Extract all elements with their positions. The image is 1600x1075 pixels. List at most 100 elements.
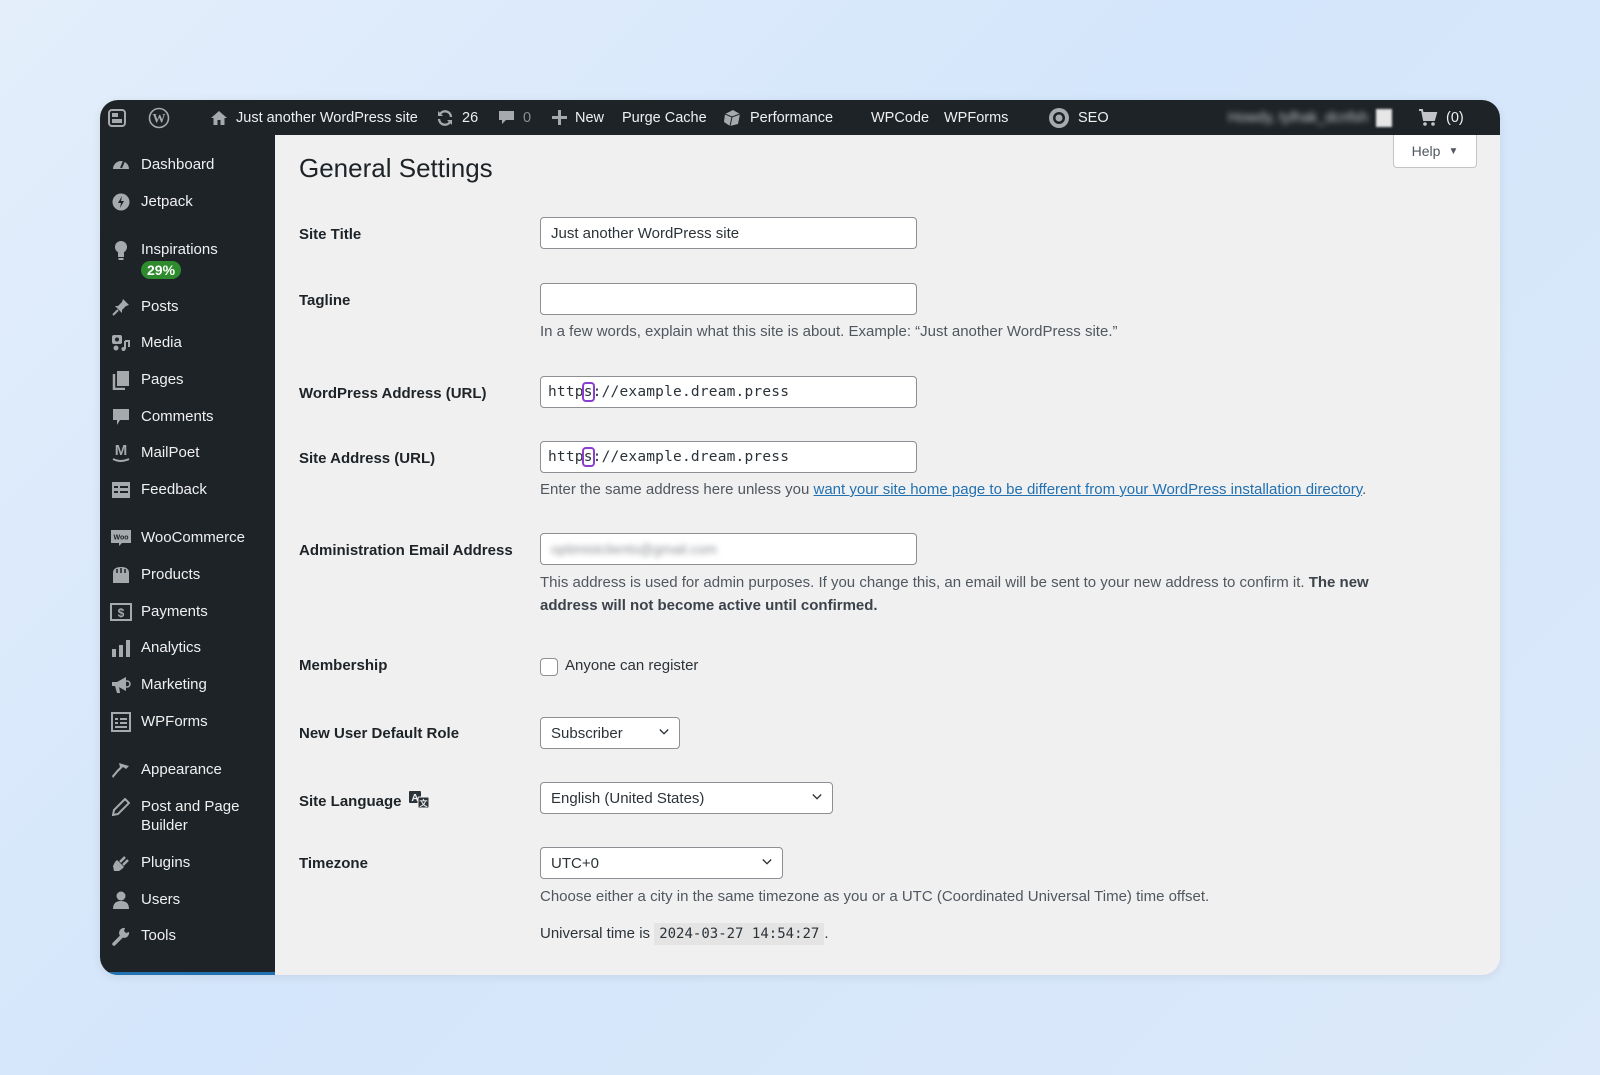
comments-link[interactable]: 0 — [498, 100, 531, 135]
dashboard-icon — [110, 154, 132, 176]
sidebar-item-post-and-page-builder[interactable]: Post and Page Builder — [100, 796, 275, 835]
site-title-label: Site Title — [299, 226, 362, 243]
wp-logo-menu[interactable]: W — [148, 100, 170, 135]
seo-link[interactable]: SEO — [1048, 100, 1109, 135]
cart-link[interactable]: (0) — [1418, 100, 1464, 135]
performance-link[interactable]: Performance — [722, 100, 833, 135]
help-button[interactable]: Help ▼ — [1393, 135, 1477, 168]
site-name: Just another WordPress site — [236, 109, 418, 126]
feedback-icon — [110, 479, 132, 501]
pencil-icon — [110, 796, 132, 818]
site-address-help-link[interactable]: want your site home page to be different… — [814, 481, 1363, 498]
highlight-marker: s — [581, 382, 595, 402]
sidebar-item-media[interactable]: Media — [100, 332, 275, 354]
translation-icon: A文 — [408, 790, 430, 812]
cart-count: (0) — [1446, 109, 1464, 126]
wpcode-link[interactable]: WPCode — [871, 100, 929, 135]
avatar — [1375, 108, 1392, 127]
purge-cache-link[interactable]: Purge Cache — [622, 100, 707, 135]
pin-icon — [110, 296, 132, 318]
highlight-marker: s — [581, 447, 595, 467]
site-title-input[interactable]: Just another WordPress site — [540, 217, 917, 249]
sidebar-item-wpforms[interactable]: WPForms — [100, 711, 275, 733]
anyone-can-register-checkbox[interactable] — [540, 658, 558, 676]
purge-cache-label: Purge Cache — [622, 109, 707, 126]
default-role-label: New User Default Role — [299, 725, 460, 742]
sidebar-item-dashboard[interactable]: Dashboard — [100, 154, 275, 176]
sidebar-item-jetpack[interactable]: Jetpack — [100, 191, 275, 213]
settings-content: Help ▼ General Settings Site Title Just … — [275, 135, 1500, 975]
plus-icon — [552, 110, 567, 125]
universal-time: Universal time is 2024-03-27 14:54:27. — [540, 922, 829, 946]
default-role-select[interactable]: Subscriber — [540, 717, 680, 749]
sidebar-item-woocommerce[interactable]: Woo WooCommerce — [100, 527, 275, 549]
timezone-select[interactable]: UTC+0 — [540, 847, 783, 879]
caret-down-icon: ▼ — [1448, 145, 1459, 157]
svg-text:文: 文 — [419, 798, 428, 808]
progress-badge: 29% — [141, 261, 182, 279]
updates-icon — [436, 109, 454, 127]
jetpack-icon — [110, 191, 132, 213]
sidebar-item-posts[interactable]: Posts — [100, 296, 275, 318]
wrench-icon — [110, 925, 132, 947]
comment-icon — [110, 406, 132, 428]
admin-email-input[interactable]: optimistclients@gmail.com — [540, 533, 917, 565]
updates-link[interactable]: 26 — [436, 100, 478, 135]
admin-email-label: Administration Email Address — [299, 542, 513, 559]
wp-address-input[interactable]: http s://example.dream.press — [540, 376, 917, 408]
chevron-down-icon — [762, 858, 772, 868]
megaphone-icon — [110, 674, 132, 696]
forms-icon — [110, 711, 132, 733]
inspirations-label: Inspirations — [141, 241, 218, 258]
lightbulb-icon — [110, 239, 132, 261]
tagline-description: In a few words, explain what this site i… — [540, 323, 1118, 340]
wpforms-link[interactable]: WPForms — [944, 100, 1008, 135]
comments-count: 0 — [523, 109, 532, 126]
performance-label: Performance — [750, 109, 834, 126]
pages-icon — [110, 369, 132, 391]
site-address-description: Enter the same address here unless you w… — [540, 481, 1367, 498]
sidebar-toggle[interactable] — [108, 100, 126, 135]
sidebar-item-payments[interactable]: $ Payments — [100, 601, 275, 623]
wpforms-label: WPForms — [944, 109, 1009, 126]
sidebar-item-users[interactable]: Users — [100, 889, 275, 911]
anyone-can-register-label[interactable]: Anyone can register — [565, 654, 698, 677]
sidebar-item-appearance[interactable]: Appearance — [100, 759, 275, 781]
wordpress-logo-icon: W — [148, 107, 170, 129]
sidebar-item-mailpoet[interactable]: M MailPoet — [100, 442, 275, 464]
sidebar-item-plugins[interactable]: Plugins — [100, 852, 275, 874]
bar-chart-icon — [110, 637, 132, 659]
sidebar-item-products[interactable]: Products — [100, 564, 275, 586]
sidebar-item-marketing[interactable]: Marketing — [100, 674, 275, 696]
site-address-input[interactable]: http s://example.dream.press — [540, 441, 917, 473]
howdy-username: Howdy, tylhak_dcnfsh — [1228, 109, 1368, 126]
site-language-select[interactable]: English (United States) — [540, 782, 833, 814]
sidebar-item-feedback[interactable]: Feedback — [100, 479, 275, 501]
svg-text:$: $ — [118, 606, 125, 620]
panel-toggle-icon — [108, 108, 126, 127]
seo-label: SEO — [1078, 109, 1109, 126]
plug-icon — [110, 852, 132, 874]
sidebar-item-tools[interactable]: Tools — [100, 925, 275, 947]
my-account-link[interactable]: Howdy, tylhak_dcnfsh — [1228, 100, 1392, 135]
performance-box-icon — [722, 108, 742, 128]
sidebar-item-analytics[interactable]: Analytics — [100, 637, 275, 659]
svg-text:M: M — [115, 442, 128, 459]
sidebar-active-indicator — [100, 972, 275, 975]
tagline-input[interactable] — [540, 283, 917, 315]
svg-text:W: W — [153, 110, 166, 125]
site-name-link[interactable]: Just another WordPress site — [210, 100, 418, 135]
wpcode-label: WPCode — [871, 109, 930, 126]
browser-window: W Just another WordPress site 26 0 New P… — [100, 100, 1500, 975]
sidebar-item-pages[interactable]: Pages — [100, 369, 275, 391]
tagline-label: Tagline — [299, 292, 351, 309]
page-title: General Settings — [299, 153, 493, 183]
new-content-link[interactable]: New — [552, 100, 604, 135]
brush-icon — [110, 759, 132, 781]
sidebar-item-comments[interactable]: Comments — [100, 406, 275, 428]
home-icon — [210, 109, 228, 127]
sidebar-item-inspirations[interactable]: Inspirations 29% — [100, 239, 275, 280]
site-language-label: Site Language A文 — [299, 790, 430, 812]
woo-icon: Woo — [110, 527, 132, 549]
media-icon — [110, 332, 132, 354]
